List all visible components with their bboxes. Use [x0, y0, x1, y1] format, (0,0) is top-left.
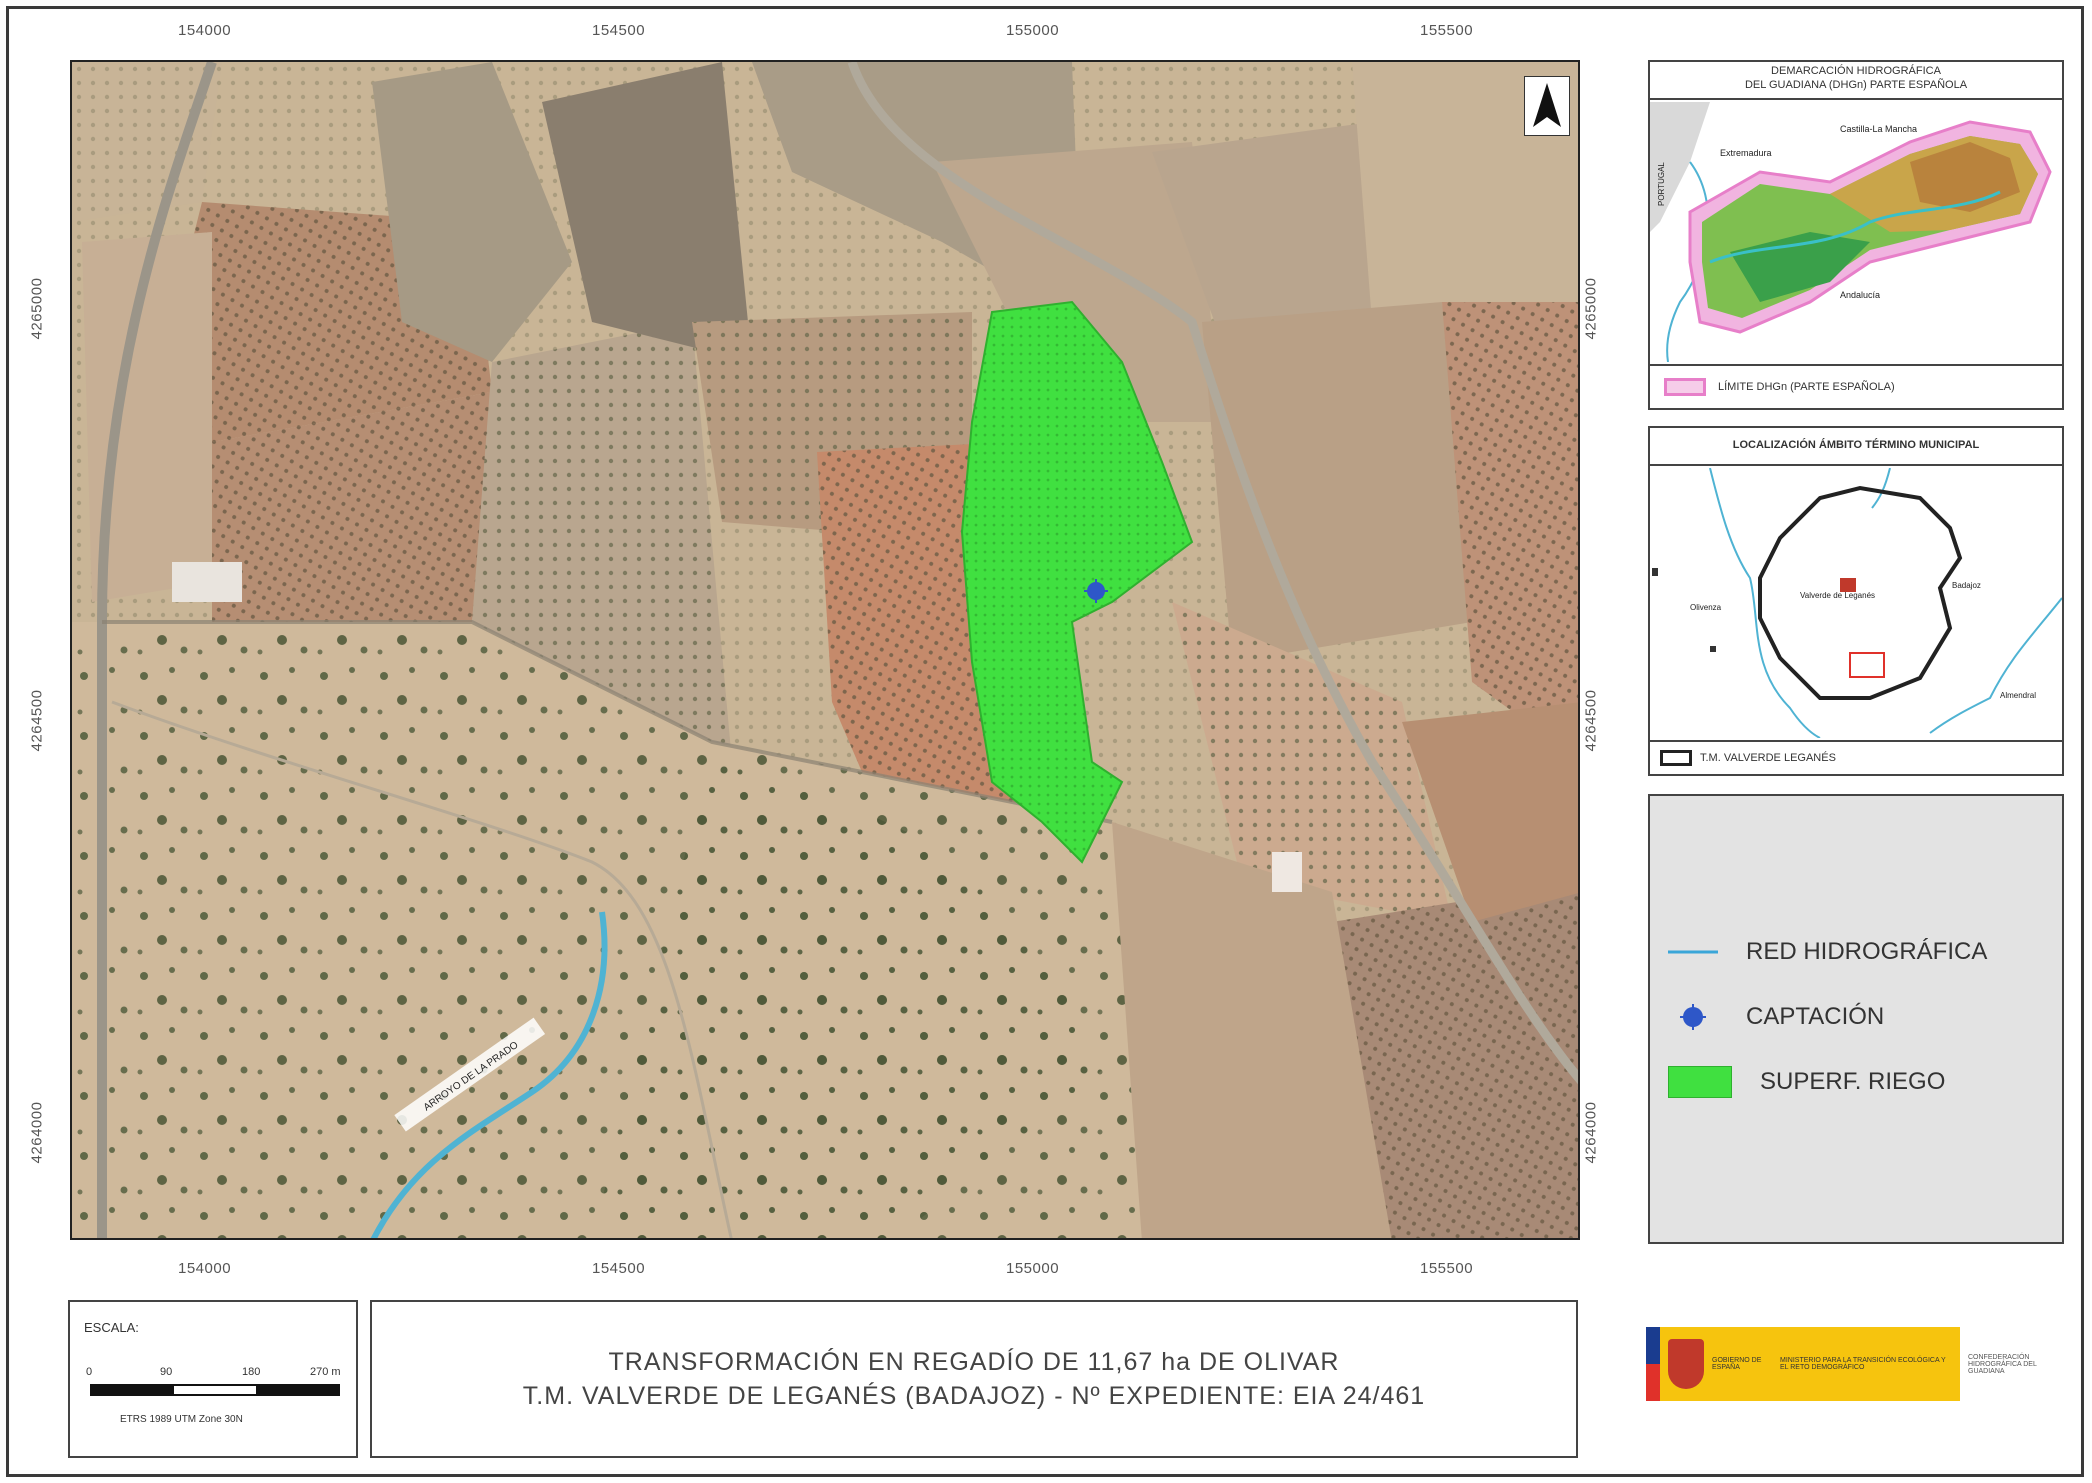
town-almendral: Almendral: [2000, 691, 2036, 700]
region-castilla: Castilla-La Mancha: [1840, 124, 1917, 134]
legend-item-superf-riego: SUPERF. RIEGO: [1668, 1066, 1945, 1098]
gobierno-logo: GOBIERNO DE ESPAÑA MINISTERIO PARA LA TR…: [1646, 1326, 2066, 1402]
scale-title: ESCALA:: [84, 1320, 139, 1335]
municipal-limit-label: T.M. VALVERDE LEGANÉS: [1700, 752, 1836, 764]
map-title-line2: T.M. VALVERDE DE LEGANÉS (BADAJOZ) - Nº …: [522, 1382, 1426, 1410]
basin-limit-swatch: [1664, 378, 1706, 396]
coord-bottom-2: 154500: [592, 1260, 646, 1277]
region-extremadura: Extremadura: [1720, 148, 1772, 158]
legend-item-captacion: CAPTACIÓN: [1668, 1002, 1884, 1032]
scale-tick-3: 270 m: [310, 1366, 341, 1378]
logo-gobierno-text: GOBIERNO DE ESPAÑA: [1712, 1357, 1762, 1371]
coat-of-arms-icon: [1668, 1339, 1704, 1389]
legend-label-riego: SUPERF. RIEGO: [1760, 1068, 1946, 1095]
north-arrow-icon: [1524, 76, 1570, 136]
inset-municipal-legend: T.M. VALVERDE LEGANÉS: [1660, 750, 1836, 766]
captacion-icon: [1680, 1004, 1706, 1030]
town-badajoz: Badajoz: [1952, 581, 1981, 590]
scale-bar: [90, 1384, 340, 1396]
scale-crs: ETRS 1989 UTM Zone 30N: [120, 1414, 243, 1425]
legend-item-red-hidrografica: RED HIDROGRÁFICA: [1668, 938, 1987, 966]
basin-limit-label: LÍMITE DHGn (PARTE ESPAÑOLA): [1718, 381, 1895, 393]
inset-basin-title-line1: DEMARCACIÓN HIDROGRÁFICA: [1771, 65, 1941, 77]
legend-label-captacion: CAPTACIÓN: [1746, 1003, 1885, 1030]
coord-top-1: 154000: [178, 22, 232, 39]
label-portugal: PORTUGAL: [1657, 162, 1666, 206]
logo-gold-block: GOBIERNO DE ESPAÑA MINISTERIO PARA LA TR…: [1660, 1327, 1960, 1401]
coord-bottom-4: 155500: [1420, 1260, 1474, 1277]
scale-tick-0: 0: [86, 1366, 93, 1378]
stream-line-icon: [1668, 950, 1718, 954]
basin-map: Extremadura Castilla-La Mancha Andalucía…: [1650, 102, 2062, 362]
town-olivenza: Olivenza: [1690, 603, 1722, 612]
coord-left-2: 4264500: [28, 689, 46, 752]
municipal-map: Valverde de Leganés Olivenza Badajoz Alm…: [1650, 468, 2062, 738]
region-andalucia: Andalucía: [1840, 290, 1880, 300]
coord-bottom-1: 154000: [178, 1260, 232, 1277]
flag-stripe-icon: [1646, 1327, 1660, 1401]
inset-municipal-title: LOCALIZACIÓN ÁMBITO TÉRMINO MUNICIPAL: [1732, 439, 1980, 451]
aerial-map[interactable]: ARROYO DE LA PRADO: [70, 60, 1580, 1240]
scale-tick-2: 180: [242, 1366, 261, 1378]
coord-right-2: 4264500: [1582, 689, 1600, 752]
legend-panel: RED HIDROGRÁFICA CAPTACIÓN SUPERF. RIEGO: [1648, 794, 2064, 1244]
town-valverde: Valverde de Leganés: [1800, 591, 1875, 600]
coord-top-3: 155000: [1006, 22, 1060, 39]
municipal-limit-swatch: [1660, 750, 1692, 766]
inset-basin: DEMARCACIÓN HIDROGRÁFICA DEL GUADIANA (D…: [1648, 60, 2064, 410]
legend-label-red: RED HIDROGRÁFICA: [1746, 938, 1988, 965]
logo-confederacion-text: CONFEDERACIÓN HIDROGRÁFICA DEL GUADIANA: [1968, 1353, 2037, 1375]
irrigation-swatch: [1668, 1066, 1732, 1098]
coord-left-3: 4264000: [28, 1101, 46, 1164]
scale-tick-1: 90: [160, 1366, 173, 1378]
coord-top-2: 154500: [592, 22, 646, 39]
title-box: TRANSFORMACIÓN EN REGADÍO DE 11,67 ha DE…: [370, 1300, 1578, 1458]
inset-basin-title-line2: DEL GUADIANA (DHGn) PARTE ESPAÑOLA: [1744, 79, 1968, 91]
inset-basin-legend: LÍMITE DHGn (PARTE ESPAÑOLA): [1664, 378, 1895, 396]
inset-basin-title: DEMARCACIÓN HIDROGRÁFICA DEL GUADIANA (D…: [1650, 64, 2062, 92]
aerial-map-canvas: ARROYO DE LA PRADO: [72, 62, 1578, 1238]
scale-box: ESCALA: 0 90 180 270 m ETRS 1989 UTM Zon…: [68, 1300, 358, 1458]
logo-ministerio-text: MINISTERIO PARA LA TRANSICIÓN ECOLÓGICA …: [1780, 1357, 1946, 1371]
inset-municipal: LOCALIZACIÓN ÁMBITO TÉRMINO MUNICIPAL Va…: [1648, 426, 2064, 776]
map-title-line1: TRANSFORMACIÓN EN REGADÍO DE 11,67 ha DE…: [608, 1348, 1340, 1376]
coord-left-1: 4265000: [28, 277, 46, 340]
coord-top-4: 155500: [1420, 22, 1474, 39]
coord-right-1: 4265000: [1582, 277, 1600, 340]
coord-bottom-3: 155000: [1006, 1260, 1060, 1277]
coord-right-3: 4264000: [1582, 1101, 1600, 1164]
